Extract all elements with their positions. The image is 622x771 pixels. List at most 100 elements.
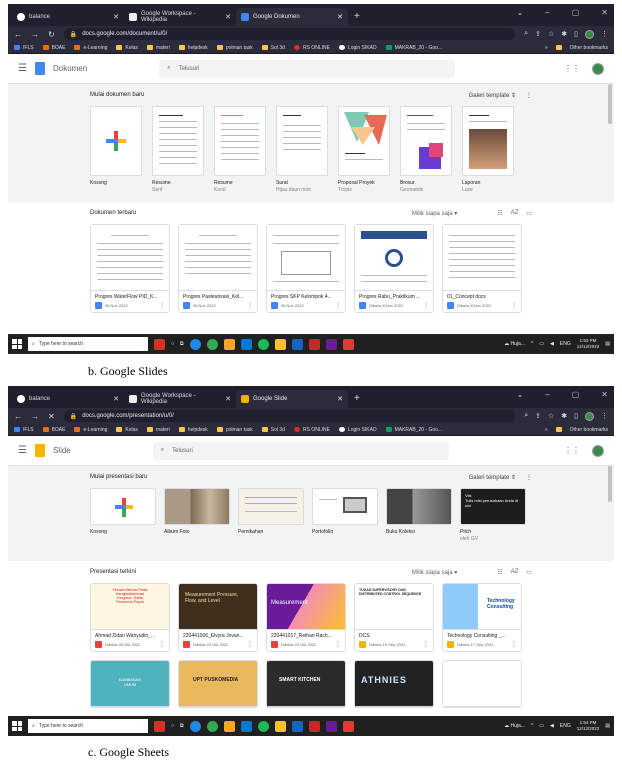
close-icon[interactable]: ✕: [337, 13, 343, 21]
close-window-icon[interactable]: ✕: [601, 8, 608, 17]
more-icon[interactable]: ⋮: [247, 302, 253, 309]
recent-presentation-card[interactable]: TUGAS SUPERVISORY DAN DISTRIBUTED CONTRO…: [354, 583, 434, 652]
apps-grid-icon[interactable]: ⋮⋮: [564, 446, 580, 455]
bookmark-item[interactable]: IFLS: [14, 427, 34, 433]
more-icon[interactable]: ⋮: [335, 641, 341, 648]
template-resume-serif[interactable]: Resume Serif: [152, 106, 204, 193]
network-icon[interactable]: ▭: [539, 723, 544, 729]
scrollbar[interactable]: [608, 84, 612, 124]
language-indicator[interactable]: ENG: [560, 341, 571, 347]
list-view-icon[interactable]: ☷: [497, 569, 502, 576]
profile-avatar[interactable]: [585, 29, 594, 39]
cortana-icon[interactable]: ○: [171, 723, 174, 729]
chrome-icon[interactable]: [206, 720, 218, 732]
bookmark-item[interactable]: BOAE: [42, 45, 65, 51]
bookmark-item[interactable]: Login SIKAD: [338, 45, 377, 51]
bookmark-item[interactable]: helpdesk: [178, 427, 208, 433]
app-icon[interactable]: [308, 720, 320, 732]
zoom-icon[interactable]: ⌕: [524, 30, 528, 38]
more-icon[interactable]: ⋮: [335, 302, 341, 309]
app-icon[interactable]: [325, 338, 337, 350]
template-blank[interactable]: Kosong: [90, 488, 156, 542]
list-view-icon[interactable]: ☷: [497, 210, 502, 217]
app-icon[interactable]: [308, 338, 320, 350]
store-icon[interactable]: [240, 338, 252, 350]
spotify-icon[interactable]: [257, 338, 269, 350]
maximize-icon[interactable]: ▢: [572, 390, 580, 399]
edge-icon[interactable]: [189, 338, 201, 350]
recent-presentation-card[interactable]: UPT PUSKOMEDIA: [178, 660, 258, 708]
star-icon[interactable]: ☆: [548, 412, 554, 420]
other-bookmarks[interactable]: » Other bookmarks: [545, 45, 608, 51]
recent-doc-card[interactable]: Progres SKP Kelompok 4... 28 Nov 2022 ⋮: [266, 224, 346, 313]
template-portfolio[interactable]: Portofolio: [312, 488, 378, 542]
windows-start-icon[interactable]: [12, 721, 22, 731]
more-icon[interactable]: ⋮: [247, 641, 253, 648]
bookmark-item[interactable]: Kelas: [116, 427, 138, 433]
stop-icon[interactable]: ✕: [48, 412, 55, 421]
bookmark-item[interactable]: Sol 3d: [261, 45, 285, 51]
reload-icon[interactable]: ↻: [48, 30, 55, 39]
maximize-icon[interactable]: ▢: [572, 8, 580, 17]
new-tab-icon[interactable]: +: [354, 393, 360, 404]
bookmark-item[interactable]: materi: [146, 427, 170, 433]
bookmark-item[interactable]: Sol 3d: [261, 427, 285, 433]
file-explorer-icon[interactable]: [223, 720, 235, 732]
recent-presentation-card[interactable]: KAMBASAN UMUM: [90, 660, 170, 708]
template-gallery-button[interactable]: Galeri template ⇕: [469, 92, 516, 99]
other-bookmarks[interactable]: » Other bookmarks: [545, 427, 608, 433]
forward-icon[interactable]: →: [31, 412, 39, 421]
tab-google-docs[interactable]: Google Dokumen ✕: [236, 8, 348, 26]
apps-grid-icon[interactable]: ⋮⋮: [564, 64, 580, 73]
app-icon[interactable]: [291, 338, 303, 350]
weather-icon[interactable]: ☁ Huja...: [504, 723, 525, 729]
hamburger-menu-icon[interactable]: ☰: [18, 63, 27, 74]
more-icon[interactable]: ⋮: [511, 302, 517, 309]
recent-presentation-card[interactable]: ATHNIES: [354, 660, 434, 708]
star-icon[interactable]: ☆: [548, 30, 554, 38]
share-icon[interactable]: ⇪: [535, 30, 541, 38]
new-tab-icon[interactable]: +: [354, 11, 360, 22]
network-icon[interactable]: ▭: [539, 341, 544, 347]
recent-presentation-card[interactable]: Measurement 220441017_Reihan Rach... Dibuk…: [266, 583, 346, 652]
recent-doc-card[interactable]: 01_Concept.docx Dibuka 8 Nov 2022 ⋮: [442, 224, 522, 313]
close-icon[interactable]: ✕: [225, 395, 231, 403]
bookmark-item[interactable]: e-Learning: [74, 45, 107, 51]
template-letter[interactable]: Surat Hijau daun mint: [276, 106, 328, 193]
tab-balance[interactable]: balance ✕: [12, 8, 124, 26]
spotify-icon[interactable]: [257, 720, 269, 732]
close-icon[interactable]: ✕: [113, 395, 119, 403]
app-icon[interactable]: [291, 720, 303, 732]
scrollbar[interactable]: [608, 466, 612, 502]
store-icon[interactable]: [240, 720, 252, 732]
bookmark-item[interactable]: IFLS: [14, 45, 34, 51]
file-explorer-icon[interactable]: [223, 338, 235, 350]
clock[interactable]: 1:54 PM 12/12/2022: [577, 720, 600, 732]
chevron-down-icon[interactable]: ⌄: [517, 390, 524, 399]
recent-doc-card[interactable]: Progres Pasteurisasi_Kel... 28 Nov 2022 ⋮: [178, 224, 258, 313]
bookmark-item[interactable]: RS ONLINE: [293, 427, 330, 433]
back-icon[interactable]: ←: [14, 30, 22, 39]
kebab-menu-icon[interactable]: ⋮: [601, 30, 608, 38]
bookmark-item[interactable]: MAKRAB_20 - Goo...: [385, 427, 442, 433]
tab-wikipedia[interactable]: Google Workspace - Wikipedia ✕: [124, 390, 236, 408]
docs-logo-icon[interactable]: [34, 62, 45, 75]
close-icon[interactable]: ✕: [113, 13, 119, 21]
owner-filter[interactable]: Milik siapa saja ▾: [412, 569, 457, 576]
template-collection-book[interactable]: Buku Koleksi: [386, 488, 452, 542]
bookmark-item[interactable]: polman task: [216, 45, 253, 51]
sidebar-icon[interactable]: ▯: [574, 30, 578, 38]
account-avatar[interactable]: [592, 62, 604, 75]
bookmark-item[interactable]: e-Learning: [74, 427, 107, 433]
volume-icon[interactable]: ◀: [550, 723, 554, 729]
template-blank[interactable]: Kosong: [90, 106, 142, 193]
close-icon[interactable]: ✕: [225, 13, 231, 21]
recent-presentation-card[interactable]: Technology Consulting Technology Consulti…: [442, 583, 522, 652]
template-gallery-button[interactable]: Galeri template ⇕: [469, 474, 516, 481]
chevron-up-icon[interactable]: ^: [531, 341, 533, 347]
tab-google-slides[interactable]: Google Slide ✕: [236, 390, 348, 408]
bookmark-item[interactable]: Kelas: [116, 45, 138, 51]
sticky-notes-icon[interactable]: [274, 720, 286, 732]
search-input[interactable]: ⌕ Telusuri: [152, 441, 449, 460]
bookmark-item[interactable]: Login SIKAD: [338, 427, 377, 433]
